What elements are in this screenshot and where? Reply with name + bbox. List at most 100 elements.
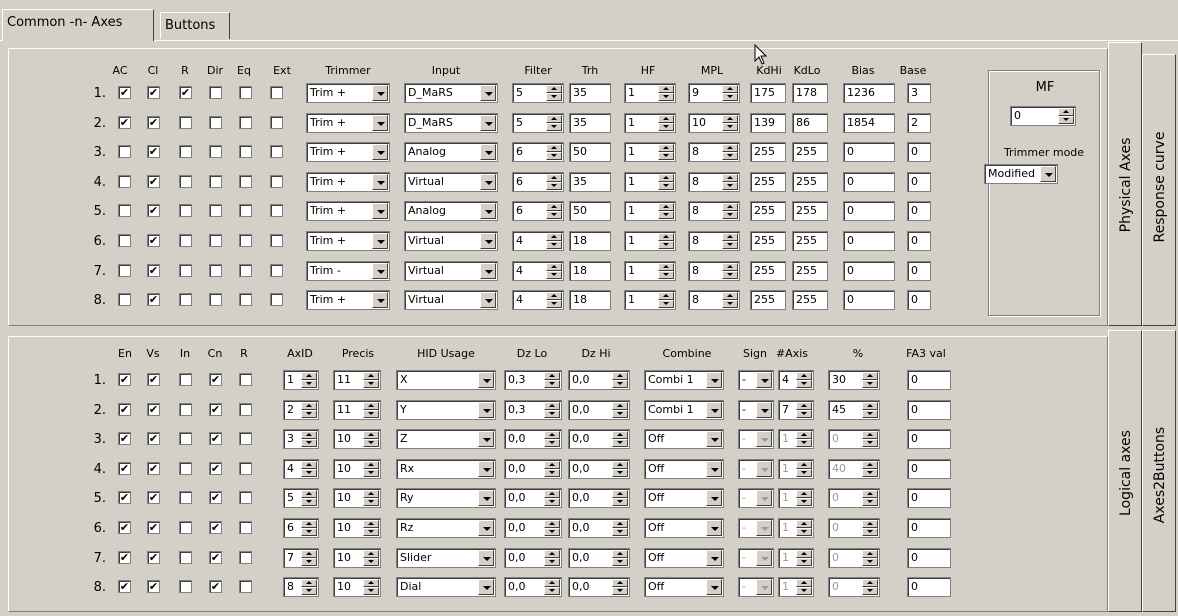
hf-spinner[interactable]: 1	[624, 231, 676, 251]
spin-buttons[interactable]	[612, 490, 628, 507]
mpl-spinner[interactable]: 9	[688, 83, 740, 103]
fa3-field[interactable]: 0	[907, 458, 951, 479]
spin-buttons[interactable]	[612, 579, 628, 596]
checkbox-vs[interactable]	[147, 580, 160, 594]
trimmer-select[interactable]: Trim +	[306, 171, 390, 192]
trimmer-select[interactable]: Trim +	[306, 201, 390, 222]
spin-up-icon[interactable]	[544, 460, 560, 469]
precis-spinner[interactable]: 10	[333, 458, 381, 479]
chevron-down-icon[interactable]	[480, 233, 496, 249]
naxis-spinner[interactable]: 7	[778, 399, 814, 420]
spin-up-icon[interactable]	[546, 233, 562, 241]
spin-down-icon[interactable]	[301, 557, 317, 566]
tab-response-curve[interactable]: Response curve	[1142, 54, 1176, 326]
spin-down-icon[interactable]	[862, 409, 878, 418]
kdhi-field[interactable]: 255	[750, 171, 786, 192]
spin-buttons[interactable]	[301, 372, 317, 388]
spin-buttons[interactable]	[658, 233, 674, 249]
checkbox-en[interactable]	[118, 461, 131, 475]
chevron-down-icon[interactable]	[480, 114, 496, 131]
input-select[interactable]: Virtual	[404, 171, 498, 192]
spin-down-icon[interactable]	[796, 468, 812, 477]
spin-down-icon[interactable]	[363, 439, 379, 448]
spin-up-icon[interactable]	[363, 490, 379, 499]
spin-buttons[interactable]	[546, 262, 562, 279]
spin-up-icon[interactable]	[363, 549, 379, 558]
percent-spinner[interactable]: 0	[828, 429, 880, 450]
base-field[interactable]: 0	[907, 290, 931, 311]
trimmer-select[interactable]: Trim +	[306, 142, 390, 163]
precis-spinner[interactable]: 10	[333, 488, 381, 509]
checkbox-r[interactable]	[239, 491, 252, 505]
spin-buttons[interactable]	[722, 144, 738, 161]
spin-buttons[interactable]	[544, 460, 560, 477]
mpl-spinner[interactable]: 8	[688, 171, 740, 192]
dzhi-spinner[interactable]: 0,0	[568, 518, 630, 538]
dzhi-spinner[interactable]: 0,0	[568, 429, 630, 450]
spin-up-icon[interactable]	[363, 372, 379, 380]
spin-buttons[interactable]	[363, 460, 379, 477]
spin-down-icon[interactable]	[722, 300, 738, 309]
spin-up-icon[interactable]	[862, 520, 878, 528]
spin-buttons[interactable]	[544, 401, 560, 418]
dzlo-spinner[interactable]: 0,0	[504, 518, 562, 538]
checkbox-in[interactable]	[179, 521, 192, 534]
checkbox-ext[interactable]	[270, 174, 283, 188]
spin-buttons[interactable]	[612, 372, 628, 388]
checkbox-r[interactable]	[179, 145, 192, 159]
checkbox-r[interactable]	[239, 402, 252, 416]
combine-select[interactable]: Off	[644, 488, 724, 509]
input-select[interactable]: D_MaRS	[404, 83, 498, 103]
chevron-down-icon[interactable]	[478, 490, 494, 507]
input-select[interactable]: Analog	[404, 142, 498, 163]
spin-down-icon[interactable]	[658, 300, 674, 309]
spin-buttons[interactable]	[363, 401, 379, 418]
spin-down-icon[interactable]	[544, 380, 560, 388]
precis-spinner[interactable]: 10	[333, 577, 381, 598]
spin-down-icon[interactable]	[796, 498, 812, 507]
chevron-down-icon[interactable]	[478, 401, 494, 418]
spin-up-icon[interactable]	[862, 549, 878, 558]
chevron-down-icon[interactable]	[478, 460, 494, 477]
chevron-down-icon[interactable]	[478, 431, 494, 448]
hid-usage-select[interactable]: Dial	[396, 577, 496, 598]
spin-up-icon[interactable]	[544, 431, 560, 440]
filter-spinner[interactable]: 5	[512, 112, 564, 133]
checkbox-cl[interactable]	[147, 234, 160, 247]
spin-down-icon[interactable]	[658, 93, 674, 101]
spin-up-icon[interactable]	[363, 579, 379, 588]
spin-buttons[interactable]	[658, 203, 674, 220]
dzhi-spinner[interactable]: 0,0	[568, 458, 630, 479]
hid-usage-select[interactable]: Rz	[396, 518, 496, 538]
checkbox-vs[interactable]	[147, 432, 160, 446]
checkbox-en[interactable]	[118, 580, 131, 594]
spin-buttons[interactable]	[363, 549, 379, 566]
checkbox-eq[interactable]	[239, 145, 252, 159]
spin-up-icon[interactable]	[612, 401, 628, 410]
checkbox-r[interactable]	[179, 174, 192, 188]
checkbox-r[interactable]	[179, 115, 192, 129]
spin-down-icon[interactable]	[658, 152, 674, 161]
spin-up-icon[interactable]	[658, 262, 674, 271]
checkbox-cn[interactable]	[209, 491, 222, 505]
bias-field[interactable]: 0	[843, 201, 895, 222]
combine-select[interactable]: Off	[644, 518, 724, 538]
checkbox-ext[interactable]	[270, 263, 283, 277]
checkbox-eq[interactable]	[239, 293, 252, 307]
spin-buttons[interactable]	[544, 372, 560, 388]
spin-up-icon[interactable]	[546, 262, 562, 271]
spin-up-icon[interactable]	[862, 401, 878, 410]
spin-down-icon[interactable]	[722, 122, 738, 131]
spin-buttons[interactable]	[546, 85, 562, 101]
dzlo-spinner[interactable]: 0,0	[504, 577, 562, 598]
spin-up-icon[interactable]	[658, 144, 674, 153]
hf-spinner[interactable]: 1	[624, 142, 676, 163]
base-field[interactable]: 0	[907, 171, 931, 192]
spin-buttons[interactable]	[301, 520, 317, 536]
spin-up-icon[interactable]	[722, 233, 738, 241]
mpl-spinner[interactable]: 8	[688, 231, 740, 251]
checkbox-cl[interactable]	[147, 263, 160, 277]
sign-select[interactable]: -	[738, 518, 774, 538]
spin-buttons[interactable]	[546, 173, 562, 190]
spin-up-icon[interactable]	[544, 520, 560, 528]
